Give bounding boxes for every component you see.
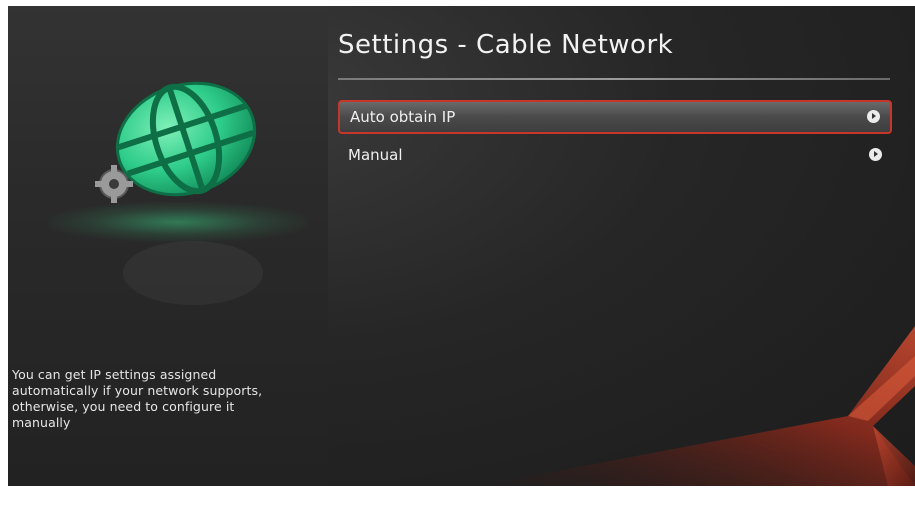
red-decoration xyxy=(478,326,915,486)
chevron-right-icon xyxy=(869,148,882,161)
menu-item-manual[interactable]: Manual xyxy=(338,138,892,172)
menu-item-auto-obtain-ip[interactable]: Auto obtain IP xyxy=(338,100,892,134)
title-divider xyxy=(338,78,890,80)
menu-item-label: Auto obtain IP xyxy=(350,108,456,126)
screen-frame: You can get IP settings assigned automat… xyxy=(0,0,915,514)
left-panel: You can get IP settings assigned automat… xyxy=(8,6,328,486)
tv-screen: You can get IP settings assigned automat… xyxy=(8,6,915,486)
menu-item-label: Manual xyxy=(348,146,403,164)
page-title: Settings - Cable Network xyxy=(338,30,674,60)
settings-menu: Auto obtain IP Manual xyxy=(338,100,892,176)
globe-glow xyxy=(48,202,308,242)
help-description: You can get IP settings assigned automat… xyxy=(12,367,263,430)
chevron-right-icon xyxy=(867,110,880,123)
globe-reflection xyxy=(118,238,268,308)
